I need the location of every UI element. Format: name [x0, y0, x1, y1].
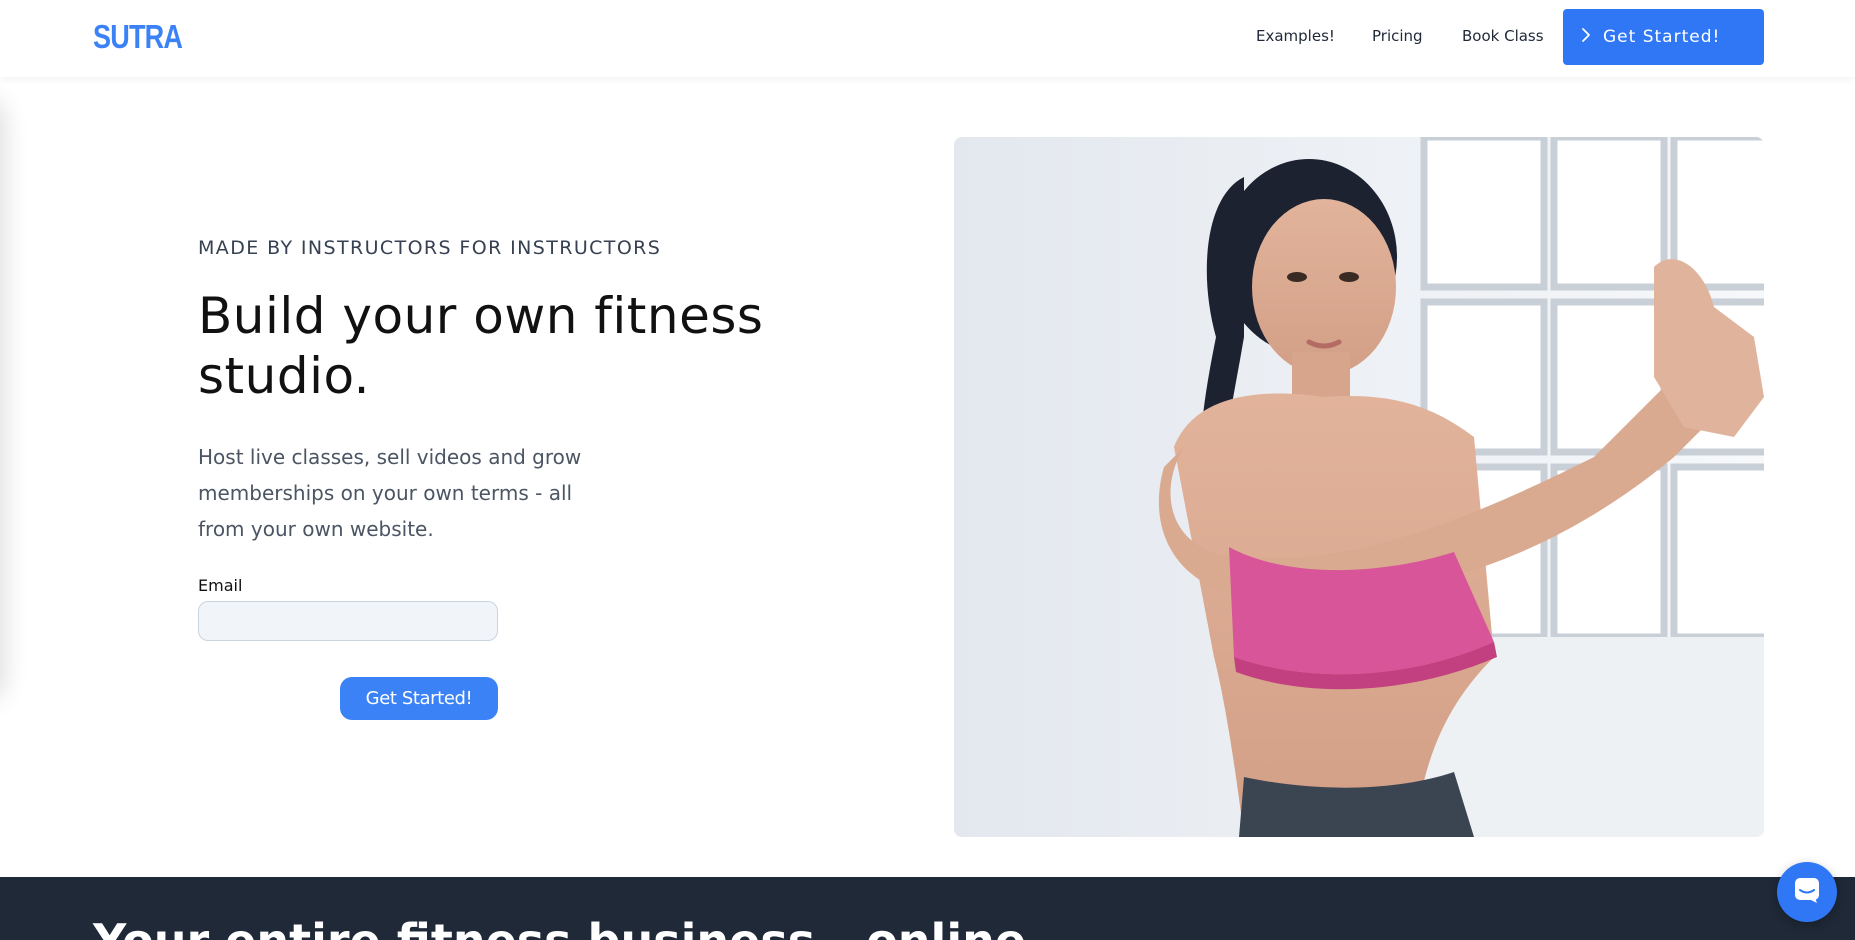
nav-link-examples[interactable]: Examples! [1256, 27, 1335, 45]
features-heading: Your entire fitness business - online [93, 914, 1026, 940]
nav-get-started-label: Get Started! [1603, 27, 1721, 47]
chevron-right-icon [1581, 27, 1591, 48]
chat-icon [1793, 876, 1821, 908]
hero-eyebrow: MADE BY INSTRUCTORS FOR INSTRUCTORS [198, 237, 662, 259]
nav-link-pricing[interactable]: Pricing [1372, 27, 1423, 45]
nav-get-started-button[interactable]: Get Started! [1563, 9, 1764, 65]
hero-get-started-button[interactable]: Get Started! [340, 677, 498, 720]
top-navbar: SUTRA Examples! Pricing Book Class Get S… [0, 0, 1855, 77]
woman-stretching-photo [954, 137, 1764, 837]
chat-launcher-button[interactable] [1777, 862, 1837, 922]
brand-logo[interactable]: SUTRA [93, 18, 183, 56]
hero-subtitle: Host live classes, sell videos and grow … [198, 445, 582, 541]
email-input[interactable] [198, 601, 498, 641]
email-label: Email [198, 576, 243, 595]
hero-title: Build your own fitness studio. [198, 287, 764, 405]
features-section: Your entire fitness business - online [0, 877, 1855, 940]
nav-link-book-class[interactable]: Book Class [1462, 27, 1544, 45]
